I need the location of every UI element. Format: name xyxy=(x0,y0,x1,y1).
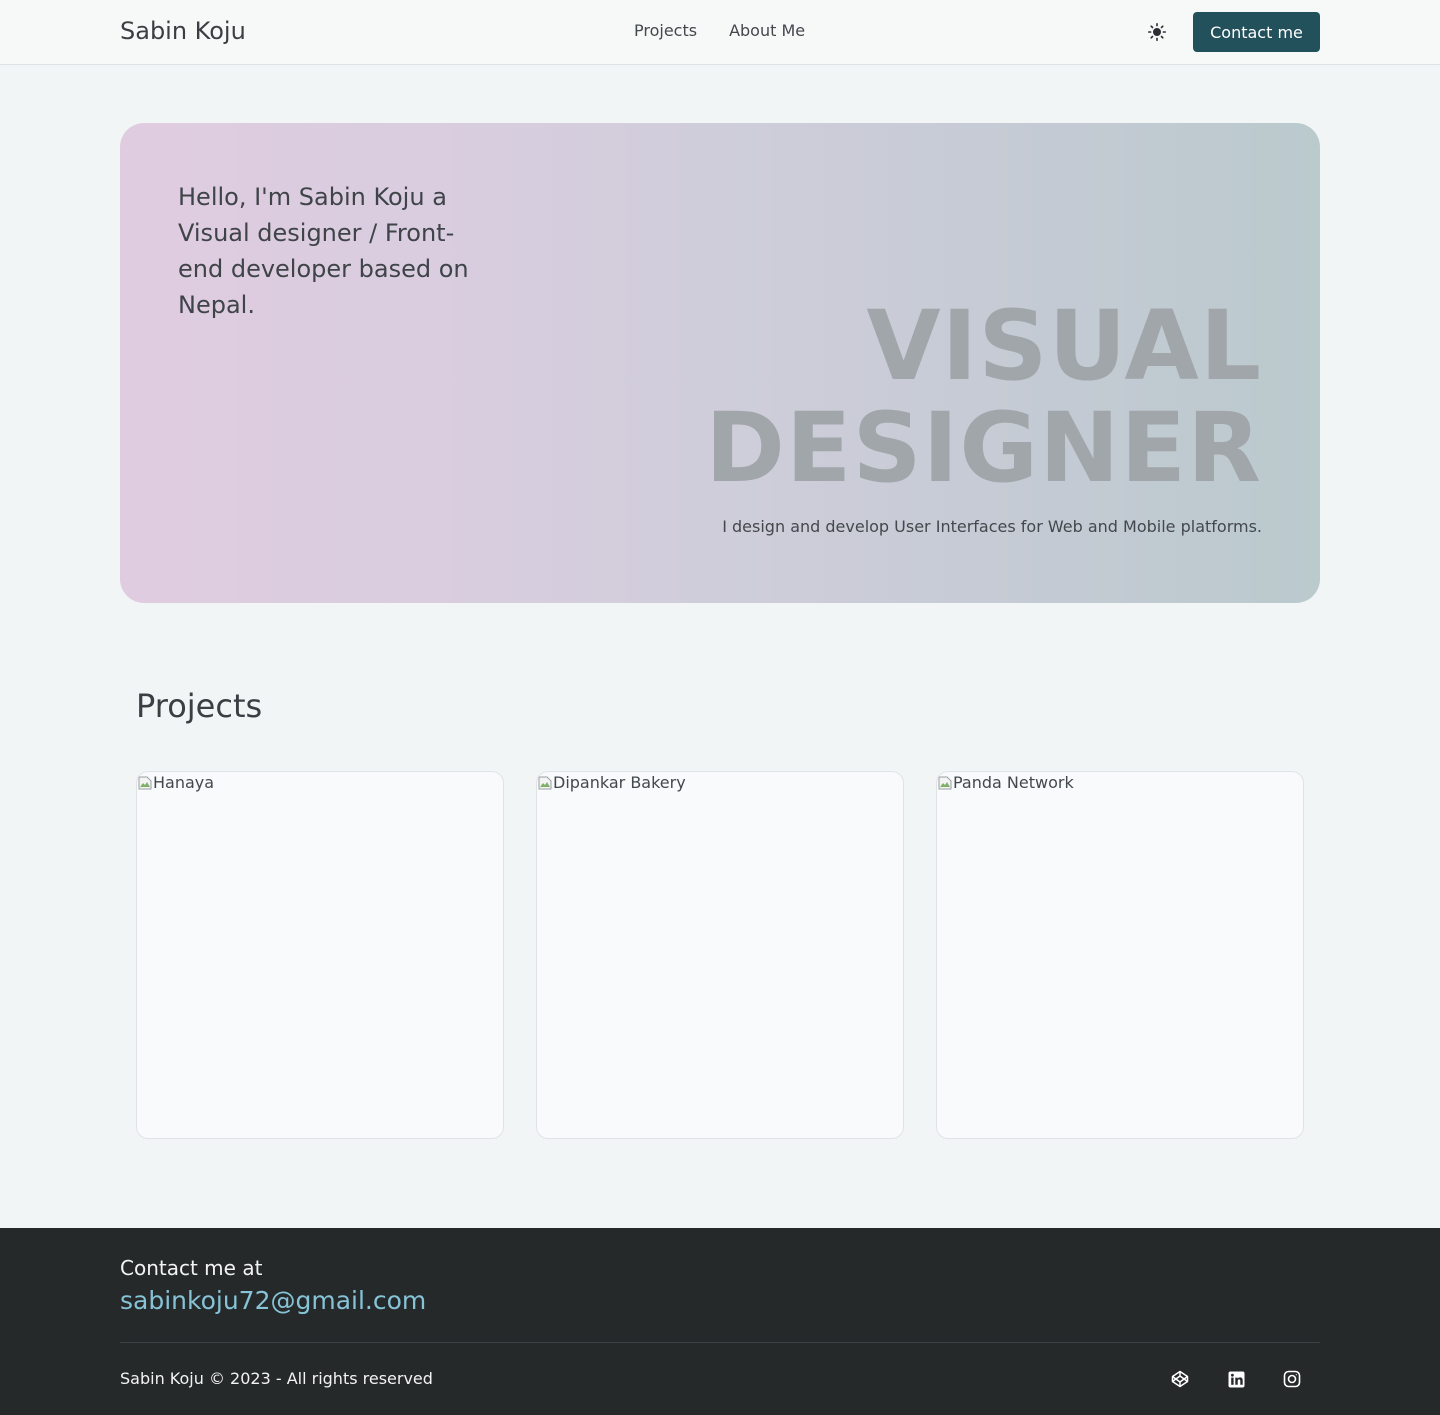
project-image-alt: Panda Network xyxy=(953,773,1074,792)
nav-link-projects[interactable]: Projects xyxy=(618,20,713,42)
project-image-placeholder: Dipankar Bakery xyxy=(537,772,903,794)
codepen-link[interactable] xyxy=(1168,1367,1192,1391)
broken-image-icon xyxy=(538,776,552,790)
nav-links: Projects About Me xyxy=(618,20,821,42)
project-image-alt: Hanaya xyxy=(153,773,215,792)
linkedin-icon xyxy=(1228,1371,1244,1387)
hero-tagline: I design and develop User Interfaces for… xyxy=(722,517,1262,536)
copyright-text: Sabin Koju © 2023 - All rights reserved xyxy=(120,1369,433,1388)
hero-intro-text: Hello, I'm Sabin Koju a Visual designer … xyxy=(178,183,469,319)
footer-divider xyxy=(120,1342,1320,1343)
hero-banner: Hello, I'm Sabin Koju a Visual designer … xyxy=(120,123,1320,603)
sun-icon xyxy=(1148,23,1166,41)
project-image-placeholder: Hanaya xyxy=(137,772,503,794)
project-card-dipankar-bakery[interactable]: Dipankar Bakery xyxy=(536,771,904,1139)
broken-image-icon xyxy=(938,776,952,790)
project-card-panda-network[interactable]: Panda Network xyxy=(936,771,1304,1139)
project-image-placeholder: Panda Network xyxy=(937,772,1303,794)
project-image-alt: Dipankar Bakery xyxy=(553,773,686,792)
instagram-link[interactable] xyxy=(1280,1367,1304,1391)
broken-image-icon xyxy=(138,776,152,790)
linkedin-link[interactable] xyxy=(1224,1367,1248,1391)
project-card-hanaya[interactable]: Hanaya xyxy=(136,771,504,1139)
theme-toggle-button[interactable] xyxy=(1145,20,1169,44)
hero-headline-line1: VISUAL xyxy=(866,290,1262,402)
email-link[interactable]: sabinkoju72@gmail.com xyxy=(120,1285,426,1317)
footer-contact-label: Contact me at xyxy=(120,1256,263,1280)
projects-heading: Projects xyxy=(136,687,263,725)
nav-link-about[interactable]: About Me xyxy=(713,20,821,42)
instagram-icon xyxy=(1283,1370,1301,1388)
hero-headline-line2: DESIGNER xyxy=(705,392,1262,504)
brand-logo[interactable]: Sabin Koju xyxy=(120,16,246,46)
contact-me-button[interactable]: Contact me xyxy=(1193,12,1320,52)
footer: Contact me at sabinkoju72@gmail.com Sabi… xyxy=(0,1228,1440,1415)
hero-headline: VISUAL DESIGNER xyxy=(705,295,1262,499)
navbar: Sabin Koju Projects About Me Contact me xyxy=(0,0,1440,65)
codepen-icon xyxy=(1171,1370,1189,1388)
